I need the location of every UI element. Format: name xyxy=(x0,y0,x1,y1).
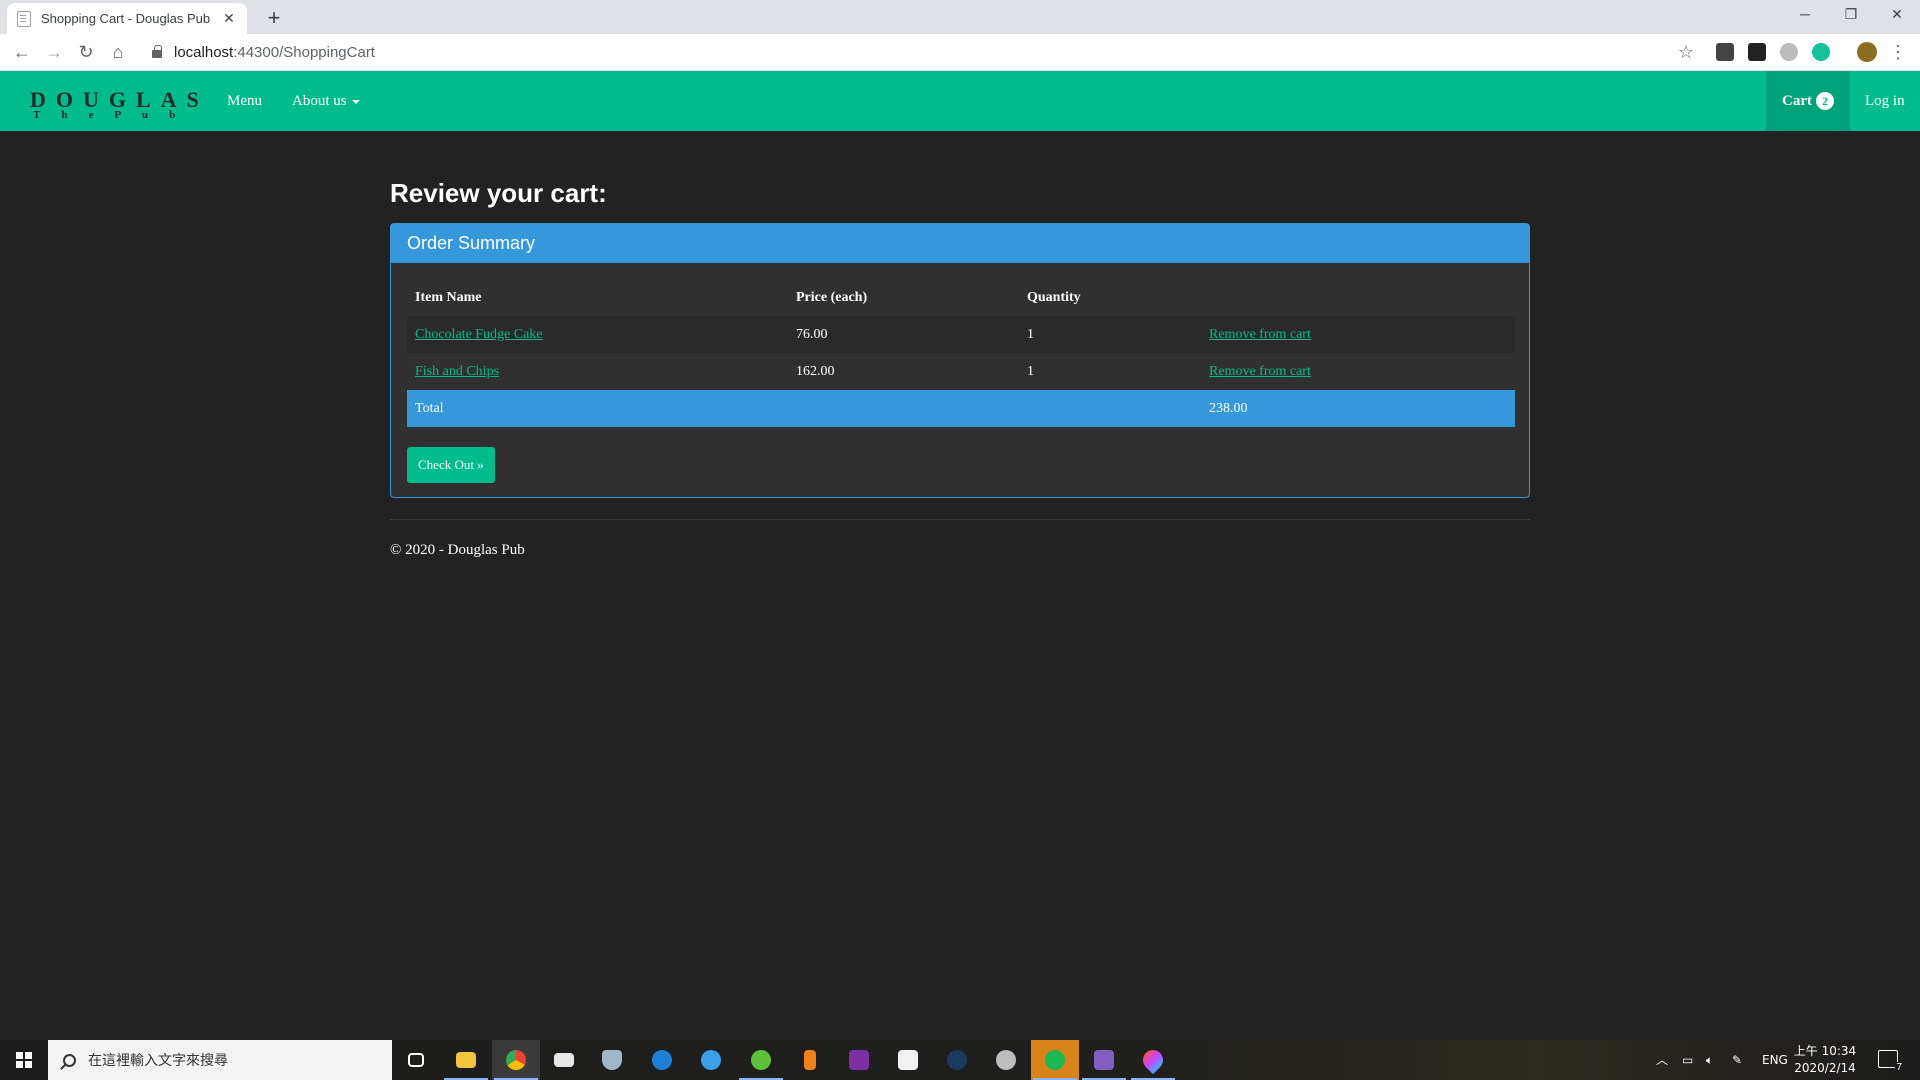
header-quantity: Quantity xyxy=(1027,290,1081,305)
item-name-link[interactable]: Chocolate Fudge Cake xyxy=(415,316,543,353)
start-button[interactable] xyxy=(0,1040,48,1080)
remove-from-cart-link[interactable]: Remove from cart xyxy=(1209,316,1311,353)
nav-login-link[interactable]: Log in xyxy=(1865,71,1905,131)
file-explorer-icon[interactable] xyxy=(442,1040,490,1080)
browser-menu-icon[interactable]: ⋮ xyxy=(1884,38,1912,66)
system-clock[interactable]: 上午 10:34 2020/2/14 xyxy=(1790,1043,1860,1077)
task-view-icon[interactable] xyxy=(392,1040,440,1080)
chrome-icon[interactable] xyxy=(492,1040,540,1080)
profile-avatar[interactable] xyxy=(1857,42,1877,62)
footer-copyright: © 2020 - Douglas Pub xyxy=(390,542,525,558)
notification-count: 7 xyxy=(1895,1062,1903,1073)
total-row: Total 238.00 xyxy=(407,390,1515,427)
new-tab-button[interactable]: + xyxy=(260,5,288,33)
security-shield-icon[interactable] xyxy=(588,1040,636,1080)
table-row: Chocolate Fudge Cake 76.00 1 Remove from… xyxy=(407,316,1515,353)
obs-icon[interactable] xyxy=(982,1040,1030,1080)
browser-tab-strip: Shopping Cart - Douglas Pub ✕ + ─ ❐ ✕ xyxy=(0,0,1920,34)
internet-explorer-icon[interactable] xyxy=(687,1040,735,1080)
table-row: Fish and Chips 162.00 1 Remove from cart xyxy=(407,353,1515,390)
page-title: Review your cart: xyxy=(390,178,607,208)
extension-shield-icon[interactable] xyxy=(1780,43,1798,61)
visual-studio-icon[interactable] xyxy=(1080,1040,1128,1080)
edge-icon[interactable] xyxy=(638,1040,686,1080)
header-item-name: Item Name xyxy=(415,290,482,305)
utorrent-icon[interactable] xyxy=(737,1040,785,1080)
nav-about-label: About us xyxy=(292,93,347,109)
extension-selenium-icon[interactable] xyxy=(1716,43,1734,61)
address-bar[interactable]: localhost:44300/ShoppingCart xyxy=(140,38,1700,66)
item-price: 76.00 xyxy=(796,327,828,342)
spotify-icon[interactable] xyxy=(1031,1040,1079,1080)
extension-grammarly-icon[interactable] xyxy=(1812,43,1830,61)
pen-icon[interactable]: ✎ xyxy=(1732,1040,1742,1080)
maps-pin-icon[interactable] xyxy=(1129,1040,1177,1080)
back-arrow-icon[interactable]: ← xyxy=(8,38,36,66)
close-tab-icon[interactable]: ✕ xyxy=(221,10,237,27)
app-m-icon[interactable] xyxy=(835,1040,883,1080)
checkout-button[interactable]: Check Out » xyxy=(407,447,495,483)
forward-arrow-icon[interactable]: → xyxy=(40,38,68,66)
panel-title: Order Summary xyxy=(391,224,1529,263)
store-icon[interactable] xyxy=(884,1040,932,1080)
extension-mask-icon[interactable] xyxy=(1748,43,1766,61)
app-orange-icon[interactable] xyxy=(786,1040,834,1080)
footer-divider xyxy=(390,519,1530,520)
search-icon xyxy=(63,1053,76,1067)
item-quantity: 1 xyxy=(1027,364,1034,379)
minimize-window-button[interactable]: ─ xyxy=(1782,0,1828,30)
caret-down-icon xyxy=(351,99,360,104)
remove-from-cart-link[interactable]: Remove from cart xyxy=(1209,353,1311,390)
clock-time: 上午 10:34 xyxy=(1793,1044,1857,1058)
mail-icon[interactable] xyxy=(540,1040,588,1080)
taskbar-search-box[interactable]: 在這裡輸入文字來搜尋 xyxy=(48,1040,392,1080)
network-icon[interactable]: ▭ xyxy=(1682,1040,1693,1080)
close-window-button[interactable]: ✕ xyxy=(1874,0,1920,30)
cart-table: Item Name Price (each) Quantity Chocolat… xyxy=(407,279,1515,427)
notification-center-icon[interactable]: 7 xyxy=(1878,1050,1903,1073)
windows-taskbar: 在這裡輸入文字來搜尋 ︿ ▭ 🔈︎ ✎ ENG 上午 10:34 2020/2/… xyxy=(0,1040,1920,1080)
site-navbar: DOUGLAS ThePub Menu About us Cart 2 Log … xyxy=(0,71,1920,131)
input-language[interactable]: ENG xyxy=(1762,1040,1788,1080)
order-summary-panel: Order Summary Item Name Price (each) Qua… xyxy=(390,223,1530,498)
nav-menu-link[interactable]: Menu xyxy=(227,71,262,131)
url-path: :44300/ShoppingCart xyxy=(233,43,375,61)
bookmark-star-icon[interactable]: ☆ xyxy=(1672,38,1700,66)
brand-name: DOUGLAS xyxy=(30,87,209,112)
search-placeholder: 在這裡輸入文字來搜尋 xyxy=(88,1053,228,1069)
browser-tab[interactable]: Shopping Cart - Douglas Pub ✕ xyxy=(7,3,247,34)
nav-about-dropdown[interactable]: About us xyxy=(292,71,360,131)
brand-logo[interactable]: DOUGLAS ThePub xyxy=(30,87,209,121)
header-price: Price (each) xyxy=(796,290,868,305)
total-value: 238.00 xyxy=(1209,401,1248,416)
page-favicon-icon xyxy=(17,10,31,27)
item-price: 162.00 xyxy=(796,364,835,379)
total-label: Total xyxy=(415,401,444,416)
steam-icon[interactable] xyxy=(933,1040,981,1080)
nav-cart-link[interactable]: Cart 2 xyxy=(1766,71,1850,131)
item-quantity: 1 xyxy=(1027,327,1034,342)
table-header-row: Item Name Price (each) Quantity xyxy=(407,279,1515,316)
restore-window-button[interactable]: ❐ xyxy=(1828,0,1874,30)
cart-label: Cart xyxy=(1782,92,1812,109)
home-icon[interactable]: ⌂ xyxy=(104,38,132,66)
lock-icon xyxy=(152,45,162,58)
browser-toolbar: ← → ↻ ⌂ localhost:44300/ShoppingCart ☆ ⋮ xyxy=(0,34,1920,71)
windows-logo-icon xyxy=(16,1052,32,1068)
clock-date: 2020/2/14 xyxy=(1794,1061,1856,1075)
volume-icon[interactable]: 🔈︎ xyxy=(1706,1040,1713,1080)
reload-icon[interactable]: ↻ xyxy=(72,38,100,66)
tab-title: Shopping Cart - Douglas Pub xyxy=(41,11,211,26)
item-name-link[interactable]: Fish and Chips xyxy=(415,353,499,390)
tray-chevron-up-icon[interactable]: ︿ xyxy=(1656,1040,1668,1080)
brand-tagline: ThePub xyxy=(33,109,197,121)
url-host: localhost xyxy=(174,43,234,61)
cart-count-badge: 2 xyxy=(1816,92,1834,110)
